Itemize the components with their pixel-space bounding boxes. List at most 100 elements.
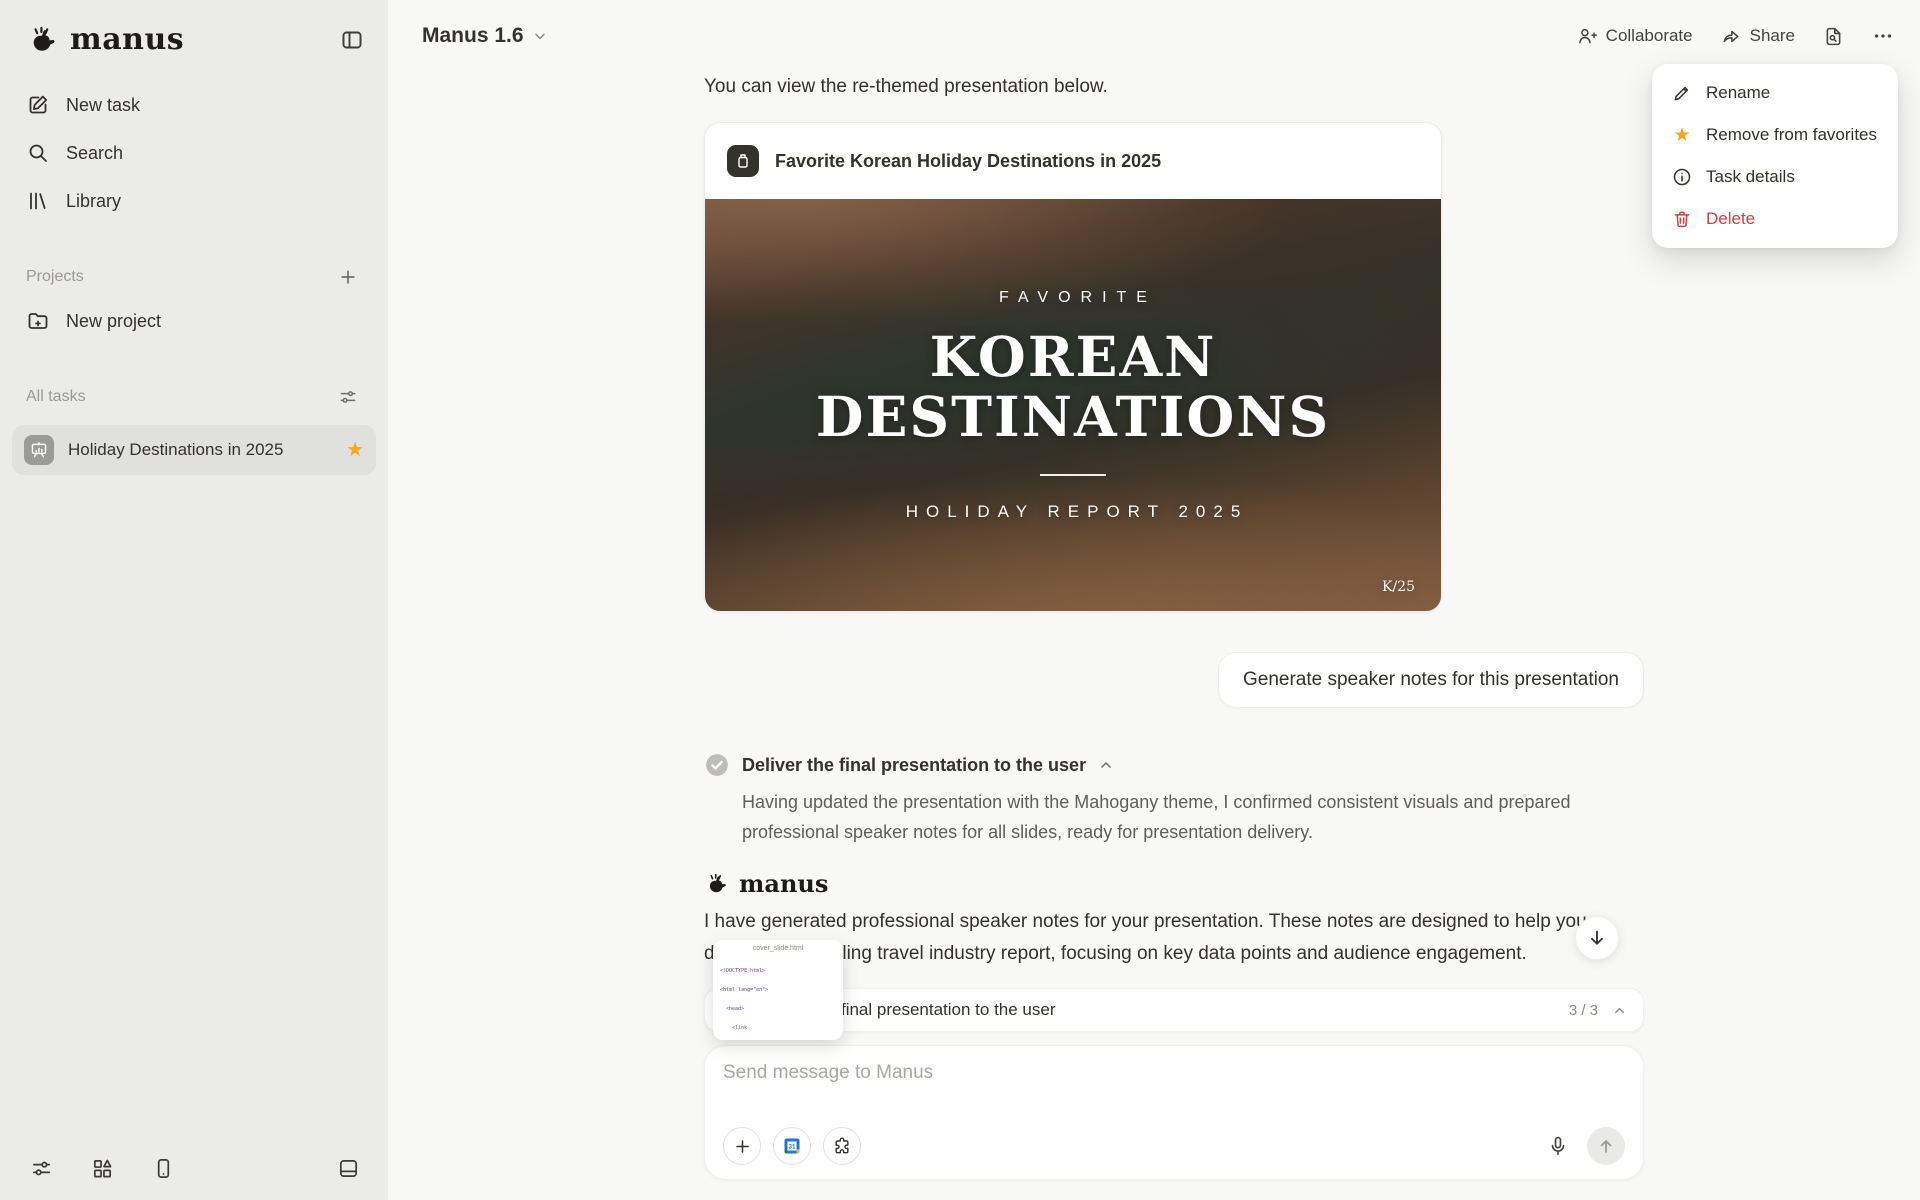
sidebar-collapse-button[interactable] xyxy=(336,24,368,56)
attach-button[interactable] xyxy=(723,1127,761,1165)
assistant-brand-row: manus xyxy=(704,869,1644,898)
slide-kicker: FAVORITE xyxy=(999,288,1157,306)
connectors-button[interactable] xyxy=(823,1127,861,1165)
sidebar-item-label: Search xyxy=(66,142,124,163)
sidebar-header: manus xyxy=(0,0,388,67)
file-search-icon xyxy=(1823,26,1844,47)
plus-icon xyxy=(733,1137,752,1156)
share-icon xyxy=(1721,26,1741,46)
brand-wordmark: manus xyxy=(70,22,185,57)
apps-button[interactable] xyxy=(87,1153,118,1184)
arrow-down-icon xyxy=(1586,927,1608,949)
task-step: Deliver the final presentation to the us… xyxy=(704,752,1644,847)
message-composer: 31 xyxy=(704,1045,1644,1180)
svg-text:31: 31 xyxy=(789,1144,796,1151)
sidebar-item-new-project[interactable]: New project xyxy=(12,297,376,345)
ellipsis-icon xyxy=(1872,25,1894,47)
all-tasks-label: All tasks xyxy=(26,388,86,405)
menu-item-rename[interactable]: Rename xyxy=(1660,72,1890,114)
collaborate-button[interactable]: Collaborate xyxy=(1577,26,1693,46)
assistant-intro-text: You can view the re-themed presentation … xyxy=(704,76,1108,97)
user-message-bubble: Generate speaker notes for this presenta… xyxy=(1217,652,1644,708)
menu-item-label: Delete xyxy=(1706,209,1756,228)
settings-button[interactable] xyxy=(26,1153,57,1184)
microphone-icon xyxy=(1547,1135,1569,1157)
slide-divider xyxy=(1040,473,1106,476)
message-input[interactable] xyxy=(723,1062,1625,1096)
menu-item-label: Remove from favorites xyxy=(1706,125,1877,144)
sidebar-item-new-task[interactable]: New task xyxy=(12,81,376,129)
manus-logo-icon xyxy=(26,23,60,57)
task-step-header[interactable]: Deliver the final presentation to the us… xyxy=(704,752,1644,778)
phone-icon xyxy=(152,1157,175,1180)
new-task-icon xyxy=(26,93,50,117)
share-button[interactable]: Share xyxy=(1721,26,1795,46)
sidebar: manus New task Search Library Projects N… xyxy=(0,0,388,1200)
manus-logo-icon xyxy=(704,871,730,897)
shapes-icon xyxy=(91,1157,114,1180)
sidebar-footer xyxy=(26,1153,364,1184)
filter-tasks-button[interactable] xyxy=(334,383,362,411)
sidebar-item-library[interactable]: Library xyxy=(12,177,376,225)
chat-scroll-area[interactable]: You can view the re-themed presentation … xyxy=(388,76,1644,970)
send-button[interactable] xyxy=(1587,1127,1625,1165)
menu-item-label: Task details xyxy=(1706,167,1795,186)
slide-badge: K/25 xyxy=(1382,579,1415,595)
chevron-up-icon xyxy=(1612,1003,1627,1018)
sidebar-item-label: New project xyxy=(66,310,162,331)
projects-section-header: Projects xyxy=(12,255,376,297)
presentation-task-icon xyxy=(24,435,54,465)
presentation-card-header: Favorite Korean Holiday Destinations in … xyxy=(705,123,1441,199)
arrow-up-icon xyxy=(1596,1136,1616,1156)
slide-title-line1: KOREAN xyxy=(929,323,1217,389)
sliders-icon xyxy=(30,1157,53,1180)
file-preview-thumbnail[interactable]: cover_slide.html <!DOCTYPE html> <html l… xyxy=(713,940,843,1040)
task-title: Holiday Destinations in 2025 xyxy=(68,440,284,459)
person-plus-icon xyxy=(1577,26,1597,46)
filter-icon xyxy=(338,387,358,407)
chat-title: Manus 1.6 xyxy=(422,24,524,47)
slide-subtitle: HOLIDAY REPORT 2025 xyxy=(905,501,1249,521)
bottom-dock: Deliver the final presentation to the us… xyxy=(704,988,1644,1180)
view-files-button[interactable] xyxy=(1823,26,1844,47)
presentation-card[interactable]: Favorite Korean Holiday Destinations in … xyxy=(704,122,1442,612)
presentation-cover-slide[interactable]: FAVORITE KOREAN DESTINATIONS HOLIDAY REP… xyxy=(705,199,1441,611)
step-check-icon xyxy=(704,752,730,778)
sidebar-item-search[interactable]: Search xyxy=(12,129,376,177)
task-progress-bar[interactable]: Deliver the final presentation to the us… xyxy=(704,988,1644,1032)
more-options-button[interactable] xyxy=(1872,25,1894,47)
menu-item-delete[interactable]: Delete xyxy=(1660,198,1890,240)
task-context-menu: Rename ★ Remove from favorites Task deta… xyxy=(1652,64,1898,248)
task-list-item-holiday-destinations[interactable]: Holiday Destinations in 2025 ★ xyxy=(12,425,376,475)
pencil-icon xyxy=(1672,83,1692,103)
plus-icon xyxy=(338,267,358,287)
mobile-device-button[interactable] xyxy=(148,1153,179,1184)
star-icon: ★ xyxy=(1673,124,1691,146)
chat-title-dropdown[interactable]: Manus 1.6 xyxy=(422,24,548,48)
user-message-row: Generate speaker notes for this presenta… xyxy=(704,652,1644,708)
favorite-star-icon[interactable]: ★ xyxy=(346,440,364,460)
voice-input-button[interactable] xyxy=(1543,1131,1573,1161)
brand[interactable]: manus xyxy=(26,22,184,57)
add-project-button[interactable] xyxy=(334,263,362,291)
calendar-connector-button[interactable]: 31 xyxy=(773,1127,811,1165)
panel-collapse-icon xyxy=(340,28,364,52)
slide-title-line2: DESTINATIONS xyxy=(815,384,1331,449)
composer-toolbar: 31 xyxy=(723,1127,1625,1165)
folder-plus-icon xyxy=(26,309,50,333)
puzzle-icon xyxy=(832,1136,852,1156)
share-label: Share xyxy=(1749,26,1795,45)
topbar: Manus 1.6 Collaborate Share xyxy=(388,0,1920,72)
topbar-actions: Collaborate Share xyxy=(1577,25,1894,47)
dock-panel-button[interactable] xyxy=(333,1153,364,1184)
collaborate-label: Collaborate xyxy=(1605,26,1693,45)
progress-label: Deliver the final presentation to the us… xyxy=(755,1000,1056,1019)
sidebar-item-label: Library xyxy=(66,190,122,211)
info-icon xyxy=(1672,167,1692,187)
menu-item-task-details[interactable]: Task details xyxy=(1660,156,1890,198)
menu-item-remove-favorites[interactable]: ★ Remove from favorites xyxy=(1660,114,1890,156)
all-tasks-section-header: All tasks xyxy=(12,375,376,417)
scroll-to-bottom-button[interactable] xyxy=(1575,916,1619,960)
trash-icon xyxy=(1672,209,1692,229)
menu-item-label: Rename xyxy=(1706,83,1771,102)
